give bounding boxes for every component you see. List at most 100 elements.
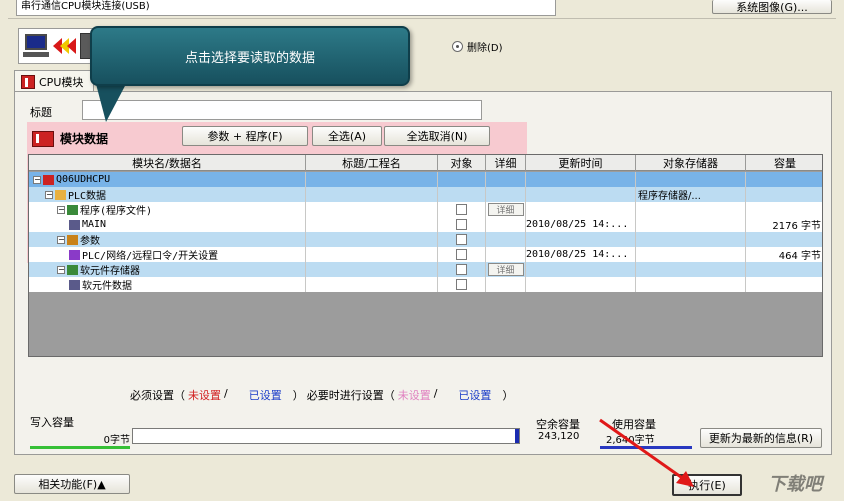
col-header-name[interactable]: 模块名/数据名 [29, 155, 306, 171]
table-row[interactable]: − 软元件存储器 详细 [29, 262, 822, 277]
cell-memory [636, 172, 746, 187]
cell-update-time: 2010/08/25 14:... [526, 247, 636, 262]
table-row[interactable]: PLC/网络/远程口令/开关设置 2010/08/25 14:... 464 字节 [29, 247, 822, 262]
cell-target [438, 202, 486, 217]
radio-icon[interactable] [452, 41, 463, 52]
cell-memory [636, 202, 746, 217]
cell-detail: 详细 [486, 262, 526, 277]
select-all-button[interactable]: 全选(A) [312, 126, 382, 146]
table-row[interactable]: − PLC数据 程序存储器/... [29, 187, 822, 202]
cell-update-time [526, 232, 636, 247]
table-row[interactable]: − Q06UDHCPU [29, 172, 822, 187]
cell-update-time [526, 172, 636, 187]
cell-name: PLC/网络/远程口令/开关设置 [29, 247, 306, 262]
used-capacity-value: 2,640字节 [606, 435, 655, 446]
computer-icon [23, 34, 49, 58]
table-row[interactable]: − 程序(程序文件) 详细 [29, 202, 822, 217]
module-data-header: 模块数据 [32, 130, 108, 147]
cell-memory: 程序存储器/... [636, 187, 746, 202]
cell-memory [636, 232, 746, 247]
detail-button[interactable]: 详细 [487, 203, 524, 216]
cell-name: − PLC数据 [29, 187, 306, 202]
target-checkbox[interactable] [456, 249, 467, 260]
target-checkbox[interactable] [456, 234, 467, 245]
target-checkbox[interactable] [456, 204, 467, 215]
col-header-detail[interactable]: 详细 [486, 155, 526, 171]
expander-icon[interactable]: − [57, 235, 65, 244]
gear-icon [69, 249, 80, 260]
cell-update-time [526, 277, 636, 292]
tooltip-tail [96, 84, 126, 122]
module-data-label: 模块数据 [60, 132, 109, 146]
target-checkbox[interactable] [456, 264, 467, 275]
cell-name: 软元件数据 [29, 277, 306, 292]
row-name: 软元件数据 [82, 281, 132, 292]
detail-button[interactable]: 详细 [487, 263, 524, 276]
legend-slash-2: / [433, 387, 438, 400]
cell-target [438, 187, 486, 202]
system-image-button[interactable]: 系统图像(G)... [712, 0, 832, 14]
cell-detail [486, 232, 526, 247]
legend-set: 已设置 [248, 389, 282, 402]
title-input[interactable] [82, 100, 482, 120]
expander-icon[interactable]: − [33, 175, 41, 184]
watermark: 下载吧 [768, 474, 822, 495]
legend: 必须设置（ 未设置 / 已设置 ） 必要时进行设置（ 未设置 / 已设置 ） [130, 387, 513, 403]
cell-memory [636, 247, 746, 262]
related-functions-button[interactable]: 相关功能(F)▲ [14, 474, 130, 494]
col-header-update-time[interactable]: 更新时间 [526, 155, 636, 171]
cell-name: MAIN [29, 217, 306, 232]
col-header-title[interactable]: 标题/工程名 [306, 155, 438, 171]
table-row[interactable]: 软元件数据 [29, 277, 822, 292]
cell-title [306, 172, 438, 187]
cell-target [438, 232, 486, 247]
cpu-icon [21, 74, 35, 89]
expander-icon[interactable]: − [57, 265, 65, 274]
row-name: Q06UDHCPU [56, 174, 111, 185]
table-row[interactable]: − 参数 [29, 232, 822, 247]
cell-capacity [746, 172, 822, 187]
col-header-memory[interactable]: 对象存储器 [636, 155, 746, 171]
write-capacity-bar [132, 428, 520, 444]
target-checkbox[interactable] [456, 219, 467, 230]
divider [8, 18, 836, 19]
tab-cpu-module[interactable]: CPU模块 [14, 70, 94, 92]
legend-required: 必须设置（ [130, 389, 185, 402]
expander-icon[interactable]: − [45, 190, 53, 199]
cell-memory [636, 277, 746, 292]
cell-capacity [746, 232, 822, 247]
module-icon [32, 130, 54, 147]
cell-target [438, 262, 486, 277]
legend-slash: / [224, 387, 228, 400]
col-header-target[interactable]: 对象 [438, 155, 486, 171]
tooltip: 点击选择要读取的数据 [90, 26, 410, 86]
write-capacity-value: 0字节 [103, 435, 130, 446]
execute-button[interactable]: 执行(E) [672, 474, 742, 496]
legend-unset-optional: 未设置 [397, 389, 431, 402]
table-row[interactable]: MAIN 2010/08/25 14:... 2176 字节 [29, 217, 822, 232]
deselect-all-button[interactable]: 全选取消(N) [384, 126, 490, 146]
row-name: 程序(程序文件) [80, 206, 153, 217]
row-name: 参数 [80, 236, 100, 247]
cell-target [438, 217, 486, 232]
row-name: 软元件存储器 [80, 266, 140, 277]
delete-radio[interactable]: 删除(D) [452, 39, 503, 54]
cell-capacity [746, 202, 822, 217]
transfer-arrows-icon [53, 38, 76, 54]
legend-set-optional: 已设置 [458, 389, 492, 402]
update-info-button[interactable]: 更新为最新的信息(R) [700, 428, 822, 448]
cell-target [438, 247, 486, 262]
param-program-button[interactable]: 参数 + 程序(F) [182, 126, 308, 146]
cell-detail: 详细 [486, 202, 526, 217]
expander-icon[interactable]: − [57, 205, 65, 214]
cell-title [306, 232, 438, 247]
cell-capacity [746, 187, 822, 202]
cell-title [306, 262, 438, 277]
cell-capacity: 464 字节 [746, 247, 822, 262]
row-name: PLC数据 [68, 191, 107, 202]
col-header-capacity[interactable]: 容量 [746, 155, 822, 171]
write-capacity-indicator [30, 446, 130, 449]
cell-title [306, 247, 438, 262]
title-label: 标题 [30, 106, 52, 119]
target-checkbox[interactable] [456, 279, 467, 290]
